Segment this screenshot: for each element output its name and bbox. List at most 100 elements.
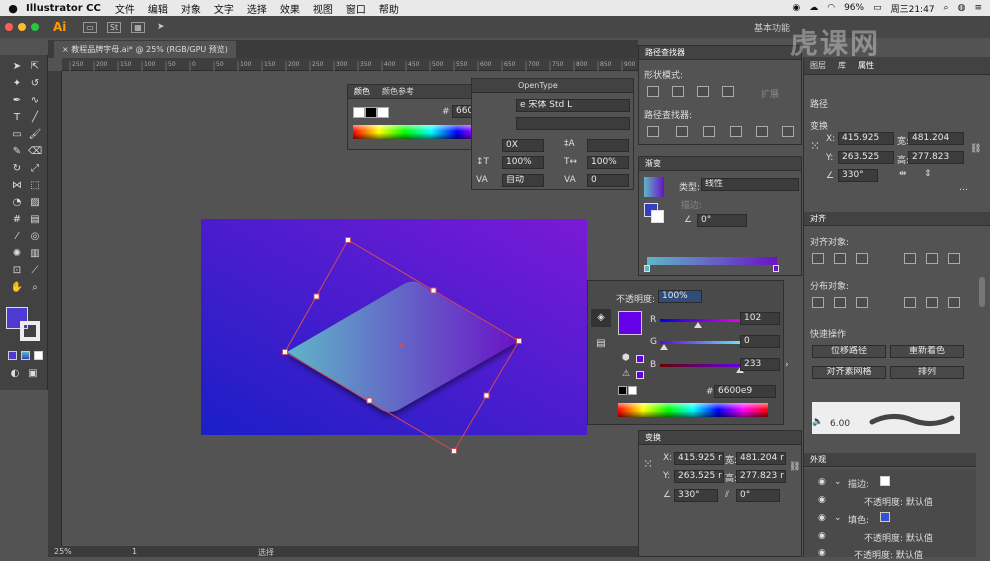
menu-help[interactable]: 帮助 bbox=[379, 1, 399, 16]
gradient-type-select[interactable]: 线性 bbox=[701, 178, 799, 191]
gradient-stop-end[interactable] bbox=[773, 265, 779, 272]
green-value-field[interactable]: 0 bbox=[740, 335, 780, 348]
popup-color-spectrum[interactable] bbox=[618, 403, 768, 417]
red-slider-thumb[interactable] bbox=[693, 322, 702, 328]
font-style-select[interactable] bbox=[516, 117, 630, 130]
mesh-tool-icon[interactable]: # bbox=[10, 213, 24, 226]
gradient-tool-icon[interactable]: ▤ bbox=[28, 213, 42, 226]
merge-button[interactable] bbox=[703, 126, 715, 137]
align-vcenter-button[interactable] bbox=[926, 253, 938, 264]
workspace-switcher[interactable]: 基本功能 bbox=[754, 21, 790, 34]
props-y-field[interactable]: 263.525 bbox=[838, 151, 894, 164]
transform-h-field[interactable]: 277.823 r bbox=[736, 470, 786, 483]
curvature-tool-icon[interactable]: ∿ bbox=[28, 94, 42, 107]
vertical-ruler[interactable] bbox=[48, 71, 62, 546]
tab-color-guide[interactable]: 颜色参考 bbox=[382, 86, 414, 97]
divide-button[interactable] bbox=[647, 126, 659, 137]
blend-tool-icon[interactable]: ◎ bbox=[28, 230, 42, 243]
document-tab[interactable]: × 教程品牌字母.ai* @ 25% (RGB/GPU 预览) bbox=[54, 41, 236, 58]
gamut-warning-icon[interactable]: ⚠ bbox=[622, 369, 630, 379]
align-left-button[interactable] bbox=[812, 253, 824, 264]
transform-w-field[interactable]: 481.204 r bbox=[736, 452, 786, 465]
menu-window[interactable]: 窗口 bbox=[346, 1, 366, 16]
gradient-thumbnail[interactable] bbox=[644, 177, 664, 197]
send-icon[interactable]: ➤ bbox=[157, 22, 165, 32]
kerning-field[interactable]: 自动 bbox=[502, 174, 544, 187]
expand-chevron-icon[interactable]: ⌄ bbox=[834, 513, 842, 523]
gradient-mode-icon[interactable] bbox=[21, 351, 30, 360]
appearance-stroke-swatch[interactable] bbox=[880, 476, 890, 486]
align-hcenter-button[interactable] bbox=[834, 253, 846, 264]
type-tool-icon[interactable]: T bbox=[10, 111, 24, 124]
apple-icon[interactable]: ● bbox=[0, 2, 26, 15]
flip-vertical-icon[interactable]: ⇕ bbox=[924, 169, 932, 179]
popup-black-swatch[interactable] bbox=[618, 386, 627, 395]
minimize-window-button[interactable] bbox=[18, 23, 26, 31]
eraser-tool-icon[interactable]: ⌫ bbox=[28, 145, 42, 158]
horizontal-scale-field[interactable]: 100% bbox=[587, 156, 629, 169]
swatches-icon[interactable]: ▤ bbox=[591, 335, 611, 353]
transform-angle-field[interactable]: 330° bbox=[674, 489, 718, 502]
props-x-field[interactable]: 415.925 bbox=[838, 132, 894, 145]
popup-hex-field[interactable]: 6600e9 bbox=[714, 385, 776, 398]
reference-point-icon[interactable]: ⁙ bbox=[643, 457, 653, 471]
arrange-button[interactable]: 排列 bbox=[890, 366, 964, 379]
rectangle-tool-icon[interactable]: ▭ bbox=[10, 128, 24, 141]
green-slider-thumb[interactable] bbox=[660, 344, 668, 350]
screen-mode-icon[interactable]: ▣ bbox=[26, 367, 40, 380]
props-angle-field[interactable]: 330° bbox=[838, 169, 878, 182]
menu-view[interactable]: 视图 bbox=[313, 1, 333, 16]
menu-file[interactable]: 文件 bbox=[115, 1, 135, 16]
color-mode-icon[interactable] bbox=[8, 351, 17, 360]
black-swatch[interactable] bbox=[365, 107, 377, 118]
constrain-proportions-icon[interactable]: ⛓ bbox=[789, 462, 800, 472]
distribute-hcenter-button[interactable] bbox=[926, 297, 938, 308]
menu-effect[interactable]: 效果 bbox=[280, 1, 300, 16]
direct-selection-tool-icon[interactable]: ⇱ bbox=[28, 60, 42, 73]
draw-mode-icon[interactable]: ◐ bbox=[8, 367, 22, 380]
leading-field[interactable] bbox=[587, 139, 629, 152]
graph-tool-icon[interactable]: ▥ bbox=[28, 247, 42, 260]
stock-icon[interactable]: St bbox=[107, 21, 121, 33]
popup-white-swatch[interactable] bbox=[628, 386, 637, 395]
crop-button[interactable] bbox=[730, 126, 742, 137]
flip-horizontal-icon[interactable]: ⇹ bbox=[899, 169, 907, 179]
web-safe-icon[interactable]: ⬢ bbox=[622, 353, 630, 363]
pencil-tool-icon[interactable]: ✎ bbox=[10, 145, 24, 158]
align-right-button[interactable] bbox=[856, 253, 868, 264]
menu-type[interactable]: 文字 bbox=[214, 1, 234, 16]
intersect-button[interactable] bbox=[697, 86, 709, 97]
tracking-field[interactable]: 0 bbox=[587, 174, 629, 187]
gradient-stroke-swatch[interactable] bbox=[651, 210, 664, 223]
rotate-tool-icon[interactable]: ↻ bbox=[10, 162, 24, 175]
visibility-eye-icon[interactable]: ◉ bbox=[818, 495, 826, 505]
distribute-right-button[interactable] bbox=[948, 297, 960, 308]
red-slider[interactable] bbox=[660, 319, 748, 322]
artboard-tool-icon[interactable]: ⊡ bbox=[10, 264, 24, 277]
cloud-icon[interactable]: ☁ bbox=[809, 3, 818, 13]
align-bottom-button[interactable] bbox=[948, 253, 960, 264]
minus-back-button[interactable] bbox=[782, 126, 794, 137]
tab-opentype[interactable]: OpenType bbox=[518, 81, 558, 90]
opacity-field[interactable]: 100% bbox=[658, 290, 702, 303]
hand-tool-icon[interactable]: ✋ bbox=[10, 281, 24, 294]
lasso-icon[interactable]: ↺ bbox=[28, 77, 42, 90]
green-slider[interactable] bbox=[660, 341, 748, 344]
object-opacity-row[interactable]: 不透明度: 默认值 bbox=[854, 548, 923, 561]
font-size-field[interactable]: 0X bbox=[502, 139, 544, 152]
menu-object[interactable]: 对象 bbox=[181, 1, 201, 16]
color-mixer-icon[interactable]: ◈ bbox=[591, 309, 611, 327]
gradient-slider[interactable] bbox=[647, 257, 777, 265]
none-mode-icon[interactable] bbox=[34, 351, 43, 360]
app-menu[interactable]: Illustrator CC bbox=[26, 3, 101, 14]
recolor-button[interactable]: 重新着色 bbox=[890, 345, 964, 358]
transform-y-field[interactable]: 263.525 r bbox=[674, 470, 724, 483]
props-reference-point-icon[interactable]: ⁙ bbox=[810, 139, 820, 153]
paintbrush-icon[interactable]: 🖌 bbox=[28, 128, 42, 141]
gamut-swatch[interactable] bbox=[636, 371, 644, 379]
blue-slider[interactable] bbox=[660, 364, 748, 367]
font-family-select[interactable]: e 宋体 Std L bbox=[516, 99, 630, 112]
appearance-fill-swatch[interactable] bbox=[880, 512, 890, 522]
arrange-documents-icon[interactable]: ▦ bbox=[131, 21, 145, 33]
align-to-pixel-grid-button[interactable]: 对齐素网格 bbox=[812, 366, 886, 379]
